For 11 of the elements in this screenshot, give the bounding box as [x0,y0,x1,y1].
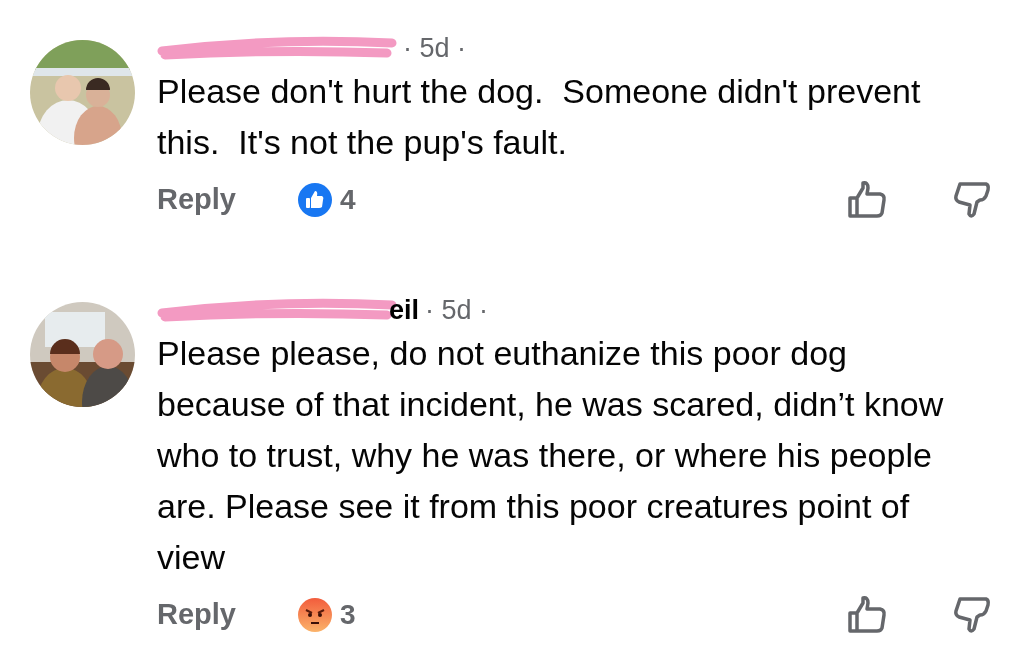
comment-age: · 5d · [425,293,489,327]
comment-age: · 5d · [403,31,467,65]
reply-link[interactable]: Reply [157,593,236,637]
comment-text: Please don't hurt the dog. Someone didn't prevent this. It's not the pup's fault. [157,71,922,163]
like-icon [298,182,332,217]
author-name: eil [389,293,420,327]
comment-text: Please please, do not euthanize this poor dog because of that incident, he was scared, didn’t know who to trust, why he was there, or where his people are. Please see it from this poor creatures point of view [157,333,945,578]
reply-link[interactable]: Reply [157,178,236,222]
reaction-count: 3 [340,597,356,632]
angry-emoji-icon [298,597,332,632]
reaction-count: 4 [340,182,356,217]
